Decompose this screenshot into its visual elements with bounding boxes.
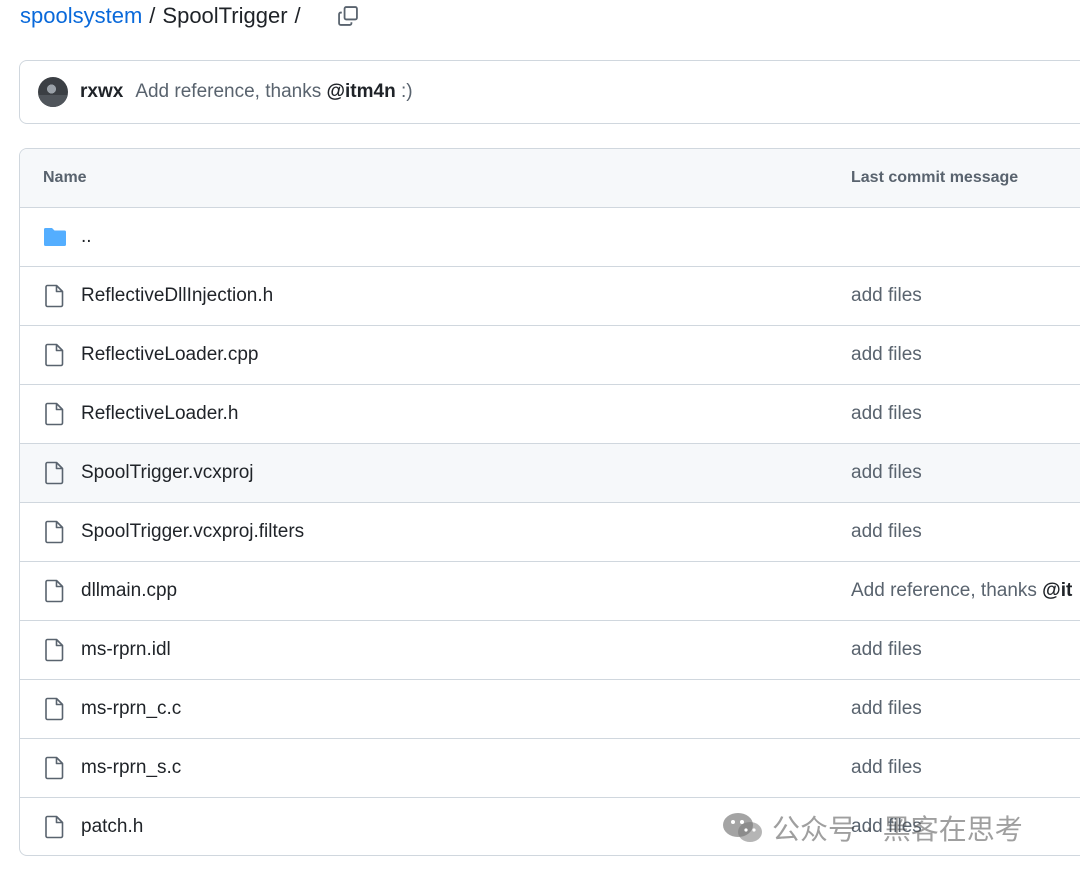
copy-path-button[interactable]	[336, 4, 360, 28]
file-commit-message-text: Add reference, thanks	[851, 580, 1043, 601]
file-icon	[45, 579, 64, 603]
file-icon	[45, 520, 64, 544]
commit-author-link[interactable]: rxwx	[80, 81, 123, 103]
file-name-link[interactable]: ms-rprn_c.c	[81, 698, 181, 720]
file-commit-message-text: add files	[851, 462, 922, 483]
file-row[interactable]: SpoolTrigger.vcxproj add files	[20, 444, 1080, 503]
file-commit-message-text: add files	[851, 698, 922, 719]
file-commit-message-link[interactable]: add files	[851, 639, 922, 661]
file-commit-message-text: add files	[851, 757, 922, 778]
file-commit-message-text: add files	[851, 521, 922, 542]
file-icon	[45, 756, 64, 780]
file-commit-message-link[interactable]: add files	[851, 521, 922, 543]
commit-message-suffix: :)	[400, 81, 413, 102]
file-row[interactable]: ReflectiveLoader.cpp add files	[20, 326, 1080, 385]
breadcrumb-trailing-separator: /	[294, 3, 301, 28]
breadcrumb-repo-link[interactable]: spoolsystem	[20, 3, 142, 29]
avatar[interactable]	[38, 77, 68, 107]
file-icon	[45, 638, 64, 662]
file-name-link[interactable]: ms-rprn.idl	[81, 639, 171, 661]
file-icon	[45, 343, 64, 367]
file-table: Name Last commit message .. ReflectiveDl…	[19, 148, 1080, 856]
file-name-link[interactable]: SpoolTrigger.vcxproj.filters	[81, 521, 304, 543]
file-commit-message-link[interactable]: add files	[851, 344, 922, 366]
column-header-name: Name	[43, 169, 87, 186]
breadcrumb-current-folder: SpoolTrigger	[162, 3, 288, 28]
column-header-last-commit-message: Last commit message	[851, 169, 1019, 186]
file-icon	[45, 815, 64, 839]
file-row[interactable]: ReflectiveDllInjection.h add files	[20, 267, 1080, 326]
commit-mention[interactable]: @itm4n	[326, 81, 395, 102]
commit-message-text: Add reference, thanks	[135, 81, 322, 102]
file-row[interactable]: ms-rprn_s.c add files	[20, 739, 1080, 798]
file-row[interactable]: patch.h add files	[20, 798, 1080, 855]
file-name-link[interactable]: ReflectiveDllInjection.h	[81, 285, 273, 307]
file-commit-message-text: add files	[851, 403, 922, 424]
file-name-link[interactable]: dllmain.cpp	[81, 580, 177, 602]
file-row[interactable]: SpoolTrigger.vcxproj.filters add files	[20, 503, 1080, 562]
folder-icon	[44, 228, 66, 246]
file-commit-message-link[interactable]: add files	[851, 403, 922, 425]
breadcrumb-separator: /	[149, 3, 156, 28]
table-header: Name Last commit message	[20, 149, 1080, 208]
file-commit-message-link[interactable]: Add reference, thanks @it	[851, 580, 1072, 602]
file-commit-message-link[interactable]: add files	[851, 757, 922, 779]
file-commit-message-text: add files	[851, 285, 922, 306]
parent-directory-row[interactable]: ..	[20, 208, 1080, 267]
file-icon	[45, 284, 64, 308]
file-icon	[45, 402, 64, 426]
breadcrumb: spoolsystem / SpoolTrigger /	[20, 0, 360, 32]
file-commit-message-link[interactable]: add files	[851, 285, 922, 307]
file-icon	[45, 461, 64, 485]
file-commit-message-link[interactable]: add files	[851, 462, 922, 484]
parent-directory-link[interactable]: ..	[81, 226, 92, 248]
latest-commit-bar: rxwx Add reference, thanks @itm4n :)	[19, 60, 1080, 124]
file-name-link[interactable]: ReflectiveLoader.h	[81, 403, 238, 425]
file-commit-message-link[interactable]: add files	[851, 698, 922, 720]
file-commit-message-text: add files	[851, 344, 922, 365]
file-row[interactable]: ms-rprn_c.c add files	[20, 680, 1080, 739]
commit-message-link[interactable]: Add reference, thanks @itm4n :)	[135, 81, 412, 103]
file-commit-message-text: add files	[851, 639, 922, 660]
file-row[interactable]: ReflectiveLoader.h add files	[20, 385, 1080, 444]
file-commit-message-text: add files	[851, 816, 922, 837]
file-row[interactable]: ms-rprn.idl add files	[20, 621, 1080, 680]
file-name-link[interactable]: SpoolTrigger.vcxproj	[81, 462, 253, 484]
file-icon	[45, 697, 64, 721]
file-commit-message-link[interactable]: add files	[851, 816, 922, 838]
file-name-link[interactable]: patch.h	[81, 816, 143, 838]
file-name-link[interactable]: ReflectiveLoader.cpp	[81, 344, 258, 366]
file-row[interactable]: dllmain.cpp Add reference, thanks @it	[20, 562, 1080, 621]
file-commit-mention[interactable]: @it	[1042, 580, 1072, 601]
file-name-link[interactable]: ms-rprn_s.c	[81, 757, 181, 779]
copy-icon	[337, 6, 358, 26]
